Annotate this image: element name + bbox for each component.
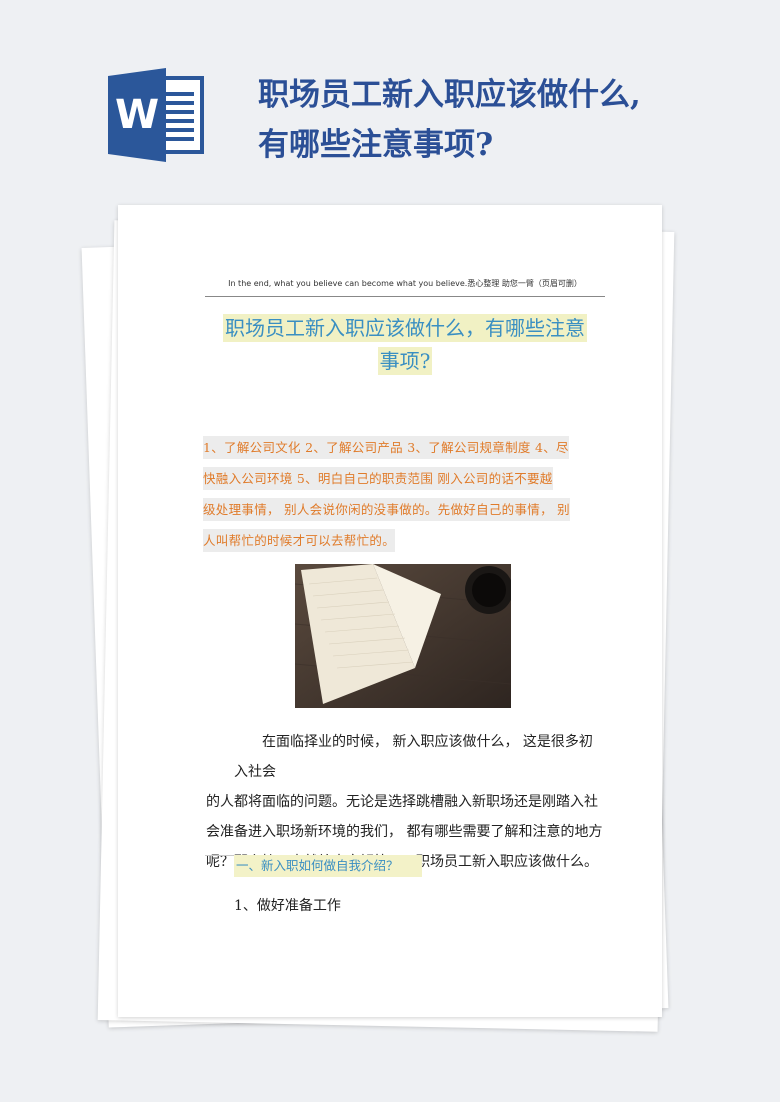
intro-line: 人叫帮忙的时候才可以去帮忙的。 (203, 529, 396, 552)
word-icon-letter: W (115, 92, 159, 138)
section-heading: 一、新入职如何做自我介绍？ (234, 855, 422, 877)
article-title: 职场员工新入职应该做什么，有哪些注意 事项? (205, 312, 605, 378)
document-title-line2: 有哪些注意事项? (258, 127, 494, 163)
article-title-line2: 事项? (377, 347, 433, 375)
intro-line: 1、了解公司文化 2、了解公司产品 3、了解公司规章制度 4、尽 (203, 436, 569, 459)
body-line: 会准备进入职场新环境的我们， 都有哪些需要了解和注意的地方 (206, 824, 603, 840)
body-line: 的人都将面临的问题。无论是选择跳槽融入新职场还是刚踏入社 (206, 794, 598, 810)
body-line: 在面临择业的时候， 新入职应该做什么， 这是很多初入社会 (234, 734, 593, 780)
article-title-line1: 职场员工新入职应该做什么，有哪些注意 (223, 314, 587, 342)
document-title: 职场员工新入职应该做什么, 有哪些注意事项? (258, 70, 758, 170)
page-header-text: In the end, what you believe can become … (228, 279, 582, 288)
page-header-rule (205, 296, 605, 297)
intro-line: 快融入公司环境 5、明白自己的职责范围 刚入公司的话不要越 (203, 467, 553, 490)
word-icon: W (108, 68, 204, 162)
intro-summary: 1、了解公司文化 2、了解公司产品 3、了解公司规章制度 4、尽 快融入公司环境… (203, 432, 605, 556)
notebook-coffee-photo (295, 564, 511, 708)
sub-item-heading: 1、做好准备工作 (234, 898, 341, 914)
intro-line: 级处理事情， 别人会说你闲的没事做的。先做好自己的事情， 别 (203, 498, 570, 521)
document-title-line1: 职场员工新入职应该做什么, (258, 77, 641, 113)
